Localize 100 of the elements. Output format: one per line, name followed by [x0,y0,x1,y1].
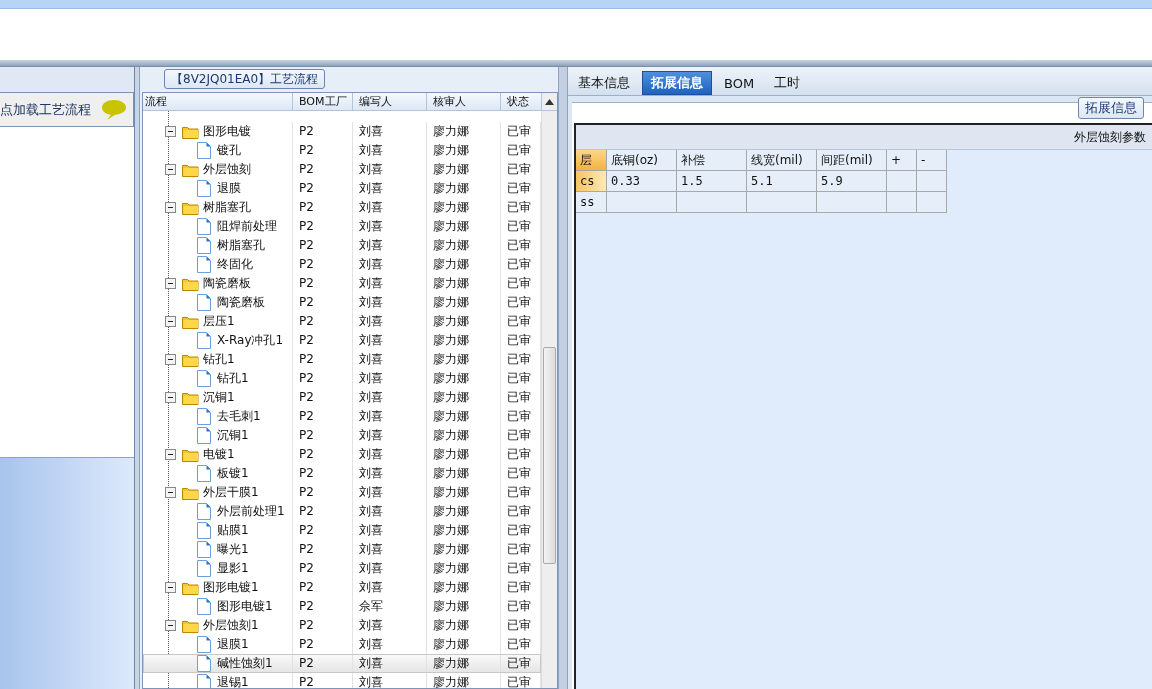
speech-bubble-icon [101,98,127,121]
table-cell: 廖力娜 [427,654,501,673]
document-icon [197,408,211,425]
table-cell: 廖力娜 [427,312,501,331]
table-cell: P2 [293,160,353,179]
table-cell: P2 [293,673,353,688]
table-cell: 刘喜 [353,654,427,673]
table-cell: 廖力娜 [427,255,501,274]
tree-row[interactable]: 图形电镀1 P2 佘军 廖力娜 已审 [143,597,541,616]
table-cell: P2 [293,141,353,160]
section-button[interactable]: 拓展信息 [1078,97,1144,119]
tree-row[interactable]: 阻焊前处理 P2 刘喜 廖力娜 已审 [143,217,541,236]
column-header[interactable]: + [887,150,917,171]
table-cell: 刘喜 [353,369,427,388]
table-cell: P2 [293,369,353,388]
table-cell: 刘喜 [353,407,427,426]
step-name: 图形电镀 [203,123,251,140]
column-header[interactable]: 补偿 [677,150,747,171]
tree-row[interactable]: 树脂塞孔 P2 刘喜 廖力娜 已审 [143,198,541,217]
tree-row[interactable]: 镀孔 P2 刘喜 廖力娜 已审 [143,141,541,160]
table-cell: 刘喜 [353,179,427,198]
collapse-icon[interactable] [165,278,176,289]
tree-row[interactable]: 层压1 P2 刘喜 廖力娜 已审 [143,312,541,331]
collapse-icon[interactable] [165,582,176,593]
table-cell [677,192,747,213]
table-cell: 刘喜 [353,122,427,141]
table-cell: P2 [293,217,353,236]
collapse-icon[interactable] [165,449,176,460]
column-header[interactable]: 层 [576,150,607,171]
tree-row[interactable]: 碱性蚀刻1 P2 刘喜 廖力娜 已审 [143,654,541,673]
collapse-icon[interactable] [165,164,176,175]
table-cell: 廖力娜 [427,502,501,521]
column-header[interactable]: BOM工厂 [293,93,353,110]
column-header[interactable]: 流程 [143,93,293,110]
table-cell: 刘喜 [353,673,427,688]
tree-row[interactable]: 退膜 P2 刘喜 廖力娜 已审 [143,179,541,198]
column-header[interactable]: - [917,150,947,171]
tree-row[interactable]: 外层干膜1 P2 刘喜 廖力娜 已审 [143,483,541,502]
table-cell: 廖力娜 [427,426,501,445]
tree-row[interactable]: 外层蚀刻1 P2 刘喜 廖力娜 已审 [143,616,541,635]
tree-row[interactable]: 退锡1 P2 刘喜 廖力娜 已审 [143,673,541,688]
column-header[interactable]: 核审人 [427,93,501,110]
table-cell: 廖力娜 [427,673,501,688]
tree-row[interactable]: 终固化 P2 刘喜 廖力娜 已审 [143,255,541,274]
document-icon [197,294,211,311]
table-cell [607,192,677,213]
folder-icon [182,200,199,215]
tree-row[interactable]: 树脂塞孔 P2 刘喜 廖力娜 已审 [143,236,541,255]
tree-row[interactable]: 板镀1 P2 刘喜 廖力娜 已审 [143,464,541,483]
collapse-icon[interactable] [165,126,176,137]
table-cell: 廖力娜 [427,464,501,483]
table-cell: 刘喜 [353,350,427,369]
tree-row[interactable]: 沉铜1 P2 刘喜 廖力娜 已审 [143,426,541,445]
column-header[interactable]: 线宽(mil) [747,150,817,171]
table-cell: 刘喜 [353,312,427,331]
collapse-icon[interactable] [165,392,176,403]
table-cell: 廖力娜 [427,521,501,540]
column-header[interactable]: 间距(mil) [817,150,887,171]
tree-row[interactable]: 外层前处理1 P2 刘喜 廖力娜 已审 [143,502,541,521]
scroll-thumb[interactable] [543,347,556,564]
collapse-icon[interactable] [165,487,176,498]
tab[interactable]: 基本信息 [570,71,638,95]
table-cell: P2 [293,597,353,616]
tree-row[interactable]: 钻孔1 P2 刘喜 廖力娜 已审 [143,369,541,388]
tree-row[interactable]: 陶瓷磨板 P2 刘喜 廖力娜 已审 [143,274,541,293]
step-name: 陶瓷磨板 [217,294,265,311]
step-name: 钻孔1 [203,351,235,368]
tree-row[interactable]: 图形电镀 P2 刘喜 廖力娜 已审 [143,122,541,141]
tree-row[interactable]: 贴膜1 P2 刘喜 廖力娜 已审 [143,521,541,540]
table-cell: 刘喜 [353,274,427,293]
collapse-icon[interactable] [165,354,176,365]
tab[interactable]: 工时 [766,71,809,95]
tab[interactable]: BOM [716,71,763,95]
column-header[interactable]: 底铜(oz) [607,150,677,171]
table-cell [917,171,947,192]
column-header[interactable]: 编写人 [353,93,427,110]
table-cell: 刘喜 [353,445,427,464]
tab[interactable]: 拓展信息 [642,71,712,95]
tree-row[interactable]: 沉铜1 P2 刘喜 廖力娜 已审 [143,388,541,407]
tree-row[interactable]: 陶瓷磨板 P2 刘喜 廖力娜 已审 [143,293,541,312]
table-cell: 刘喜 [353,521,427,540]
table-cell: 刘喜 [353,578,427,597]
collapse-icon[interactable] [165,202,176,213]
tree-row[interactable]: X-Ray冲孔1 P2 刘喜 廖力娜 已审 [143,331,541,350]
tree-row[interactable]: 钻孔1 P2 刘喜 廖力娜 已审 [143,350,541,369]
table-cell: P2 [293,521,353,540]
tree-row[interactable]: 显影1 P2 刘喜 廖力娜 已审 [143,559,541,578]
step-name: 外层蚀刻1 [203,617,259,634]
folder-icon [182,352,199,367]
tree-row[interactable]: 去毛刺1 P2 刘喜 廖力娜 已审 [143,407,541,426]
table-cell [747,192,817,213]
table-cell: 刘喜 [353,331,427,350]
tree-row[interactable]: 曝光1 P2 刘喜 廖力娜 已审 [143,540,541,559]
collapse-icon[interactable] [165,316,176,327]
tree-row[interactable]: 电镀1 P2 刘喜 廖力娜 已审 [143,445,541,464]
collapse-icon[interactable] [165,620,176,631]
tree-row[interactable]: 图形电镀1 P2 刘喜 廖力娜 已审 [143,578,541,597]
tree-row[interactable]: 外层蚀刻 P2 刘喜 廖力娜 已审 [143,160,541,179]
step-name: 外层干膜1 [203,484,259,501]
scroll-up-icon[interactable] [545,98,554,105]
